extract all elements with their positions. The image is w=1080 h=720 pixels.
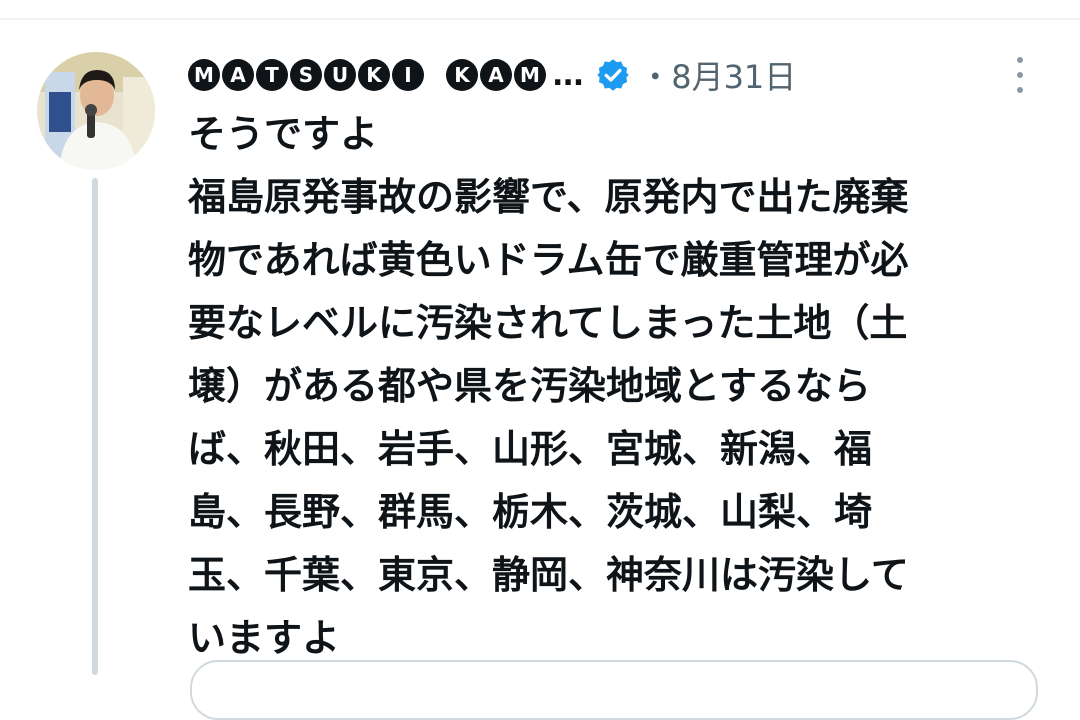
author-name[interactable]: MATSUKIKAM [188,59,548,91]
tweet-text-line: 物であれば黄色いドラム缶で厳重管理が必 [188,238,909,282]
author-name-letter: U [324,59,356,91]
tweet-text-line: 要なレベルに汚染されてしまった土地（土 [188,301,908,345]
tweet-text-line: 玉、千葉、東京、静岡、神奈川は汚染して [188,553,909,597]
author-name-letter: M [514,59,546,91]
author-name-ellipsis: ... [552,57,584,93]
tweet-header: MATSUKIKAM ... ・8月31日 [188,50,1048,100]
tweet-date[interactable]: ・8月31日 [639,52,796,98]
author-name-letter: M [188,59,220,91]
tweet-text: そうですよ 福島原発事故の影響で、原発内で出た廃棄 物であれば黄色いドラム缶で厳… [188,103,1058,670]
avatar-photo [37,52,155,170]
more-options-icon[interactable] [1004,55,1036,95]
author-name-letter: T [256,59,288,91]
author-name-letter: K [358,59,390,91]
tweet-text-line: 島、長野、群馬、栃木、茨城、山梨、埼 [188,490,873,534]
author-name-letter: A [480,59,512,91]
author-name-letter: A [222,59,254,91]
tweet-text-line: そうですよ [188,112,379,156]
tweet-text-line: 福島原発事故の影響で、原発内で出た廃棄 [188,175,909,219]
quoted-tweet-card[interactable] [190,660,1038,720]
tweet-text-line: ば、秋田、岩手、山形、宮城、新潟、福 [188,427,873,471]
author-name-letter: S [290,59,322,91]
author-name-letter: K [446,59,478,91]
thread-line [92,178,98,675]
verified-badge-icon [595,57,631,93]
avatar[interactable] [37,52,155,170]
top-divider [0,18,1080,20]
author-name-letter: I [392,59,424,91]
tweet-text-line: 壌）がある都や県を汚染地域とするなら [188,364,871,408]
